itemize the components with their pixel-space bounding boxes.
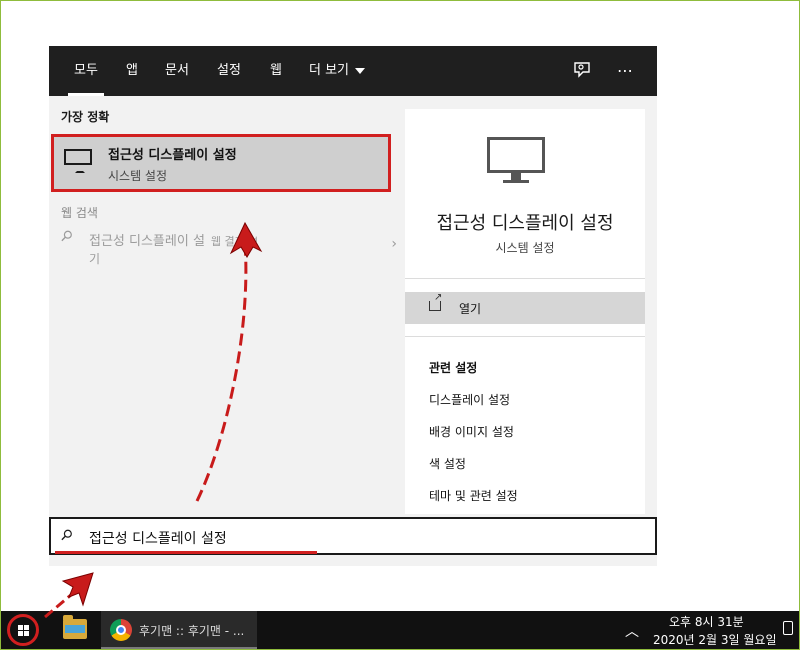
- arrow-path: [195, 242, 248, 502]
- arrow-head-icon: [229, 221, 263, 258]
- annotation-arrows: [44, 221, 263, 619]
- screenshot-frame: 모두 앱 문서 설정 웹 더 보기 ⋯ 가장 정확 접근성 디스플레이 설정 시…: [1, 1, 799, 649]
- arrow-head-icon: [61, 572, 94, 607]
